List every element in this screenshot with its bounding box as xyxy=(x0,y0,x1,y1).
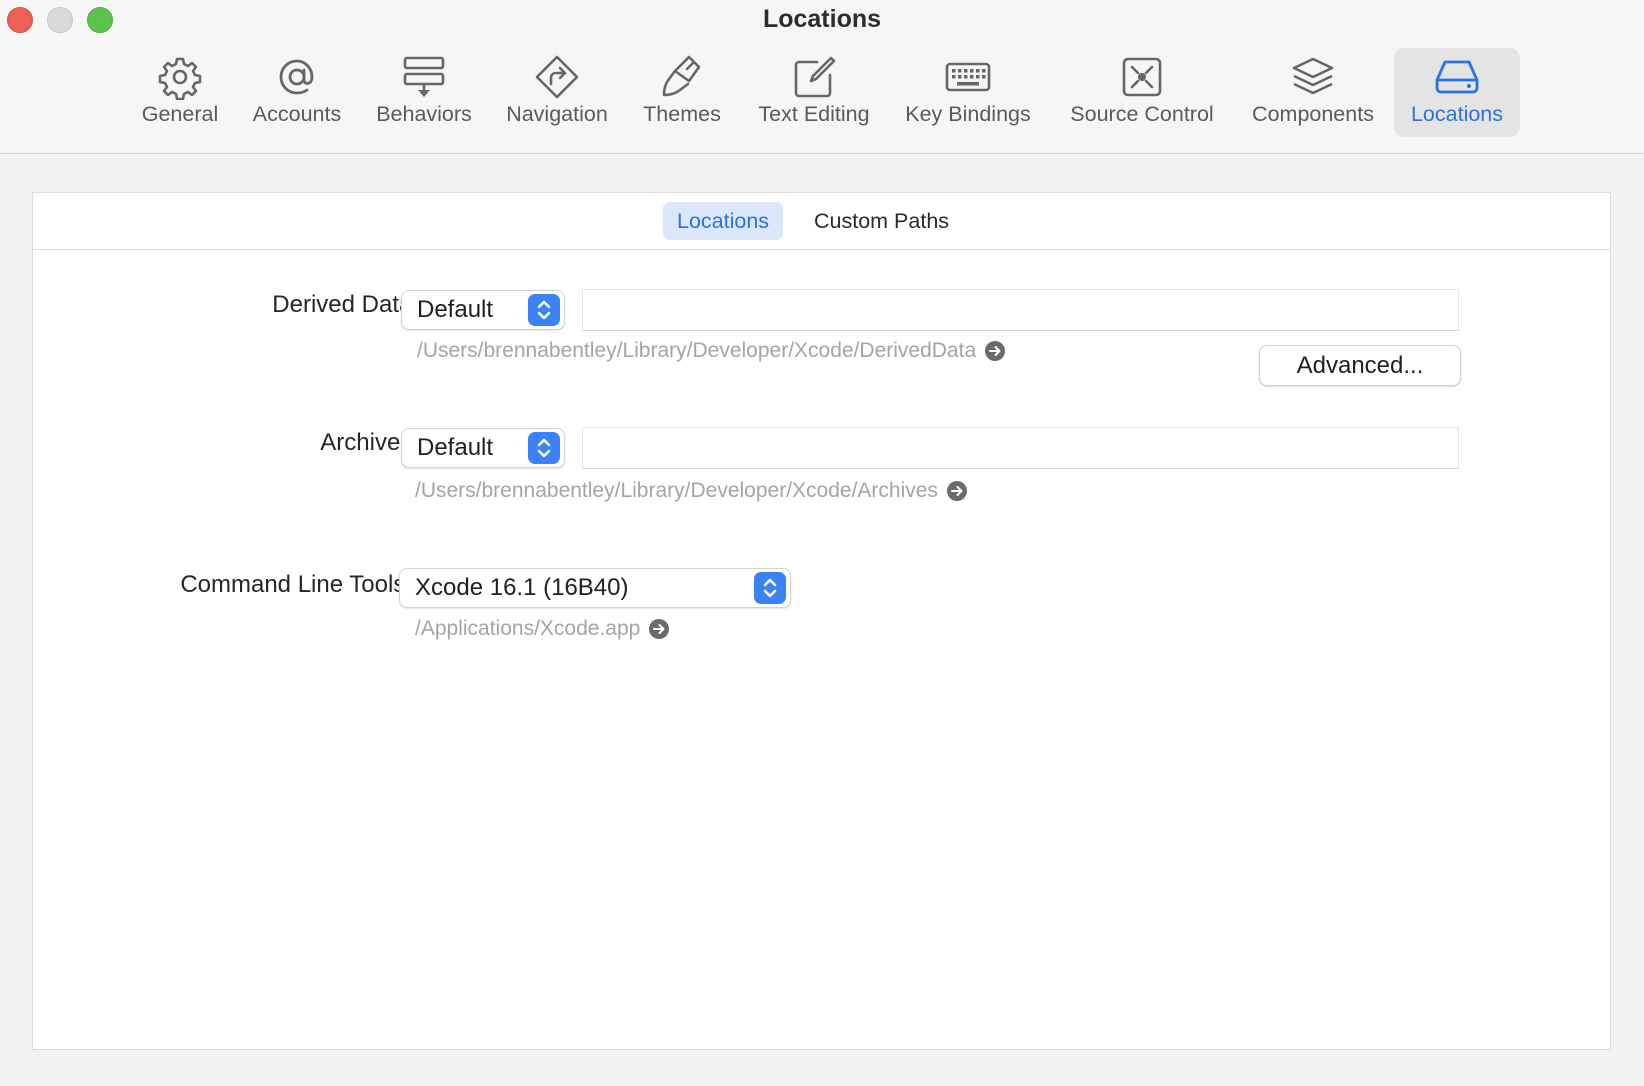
command-line-tools-label: Command Line Tools: xyxy=(180,571,412,598)
keyboard-icon xyxy=(945,62,991,92)
navigation-icon xyxy=(535,55,579,99)
toolbar-item-label: Components xyxy=(1252,102,1374,126)
toolbar-item-label: Behaviors xyxy=(376,102,472,126)
behaviors-icon xyxy=(403,56,445,97)
derived-data-path: /Users/brennabentley/Library/Developer/X… xyxy=(417,339,1006,363)
source-control-icon xyxy=(1122,57,1162,97)
toolbar-item-behaviors[interactable]: Behaviors xyxy=(366,48,482,137)
tab-locations[interactable]: Locations xyxy=(663,202,784,240)
derived-data-popup-value: Default xyxy=(417,296,494,323)
reveal-arrow-icon[interactable] xyxy=(985,341,1006,361)
layers-icon xyxy=(1292,57,1334,95)
toolbar-item-components[interactable]: Components xyxy=(1242,48,1384,137)
toolbar-item-navigation[interactable]: Navigation xyxy=(497,48,617,137)
toolbar-item-label: Source Control xyxy=(1070,102,1214,126)
toolbar-item-general[interactable]: General xyxy=(128,48,232,137)
popup-stepper-icon xyxy=(754,572,786,604)
tab-custom-paths[interactable]: Custom Paths xyxy=(800,202,963,240)
derived-data-path-text: /Users/brennabentley/Library/Developer/X… xyxy=(417,339,977,362)
archives-popup[interactable]: Default xyxy=(401,428,565,468)
derived-data-popup[interactable]: Default xyxy=(401,290,565,330)
reveal-arrow-icon[interactable] xyxy=(946,481,967,501)
drive-icon xyxy=(1435,60,1479,94)
toolbar-item-label: Themes xyxy=(643,102,721,126)
toolbar-item-key-bindings[interactable]: Key Bindings xyxy=(896,48,1040,137)
toolbar-item-text-editing[interactable]: Text Editing xyxy=(746,48,882,137)
toolbar-item-label: General xyxy=(141,102,219,126)
command-line-tools-popup-value: Xcode 16.1 (16B40) xyxy=(415,574,629,601)
reveal-arrow-icon[interactable] xyxy=(649,619,670,639)
toolbar-item-label: Accounts xyxy=(252,102,342,126)
toolbar-item-accounts[interactable]: Accounts xyxy=(243,48,351,137)
toolbar-item-label: Key Bindings xyxy=(905,102,1031,126)
archives-path: /Users/brennabentley/Library/Developer/X… xyxy=(415,479,967,503)
popup-stepper-icon xyxy=(528,294,560,326)
toolbar-item-themes[interactable]: Themes xyxy=(632,48,732,137)
toolbar-item-locations[interactable]: Locations xyxy=(1394,48,1520,137)
pencil-square-icon xyxy=(794,56,836,98)
paintbrush-icon xyxy=(662,55,701,97)
command-line-tools-path-text: /Applications/Xcode.app xyxy=(415,617,641,640)
command-line-tools-popup[interactable]: Xcode 16.1 (16B40) xyxy=(399,568,791,608)
advanced-button[interactable]: Advanced... xyxy=(1259,345,1461,386)
command-line-tools-path: /Applications/Xcode.app xyxy=(415,617,670,641)
popup-stepper-icon xyxy=(528,432,560,464)
toolbar-item-source-control[interactable]: Source Control xyxy=(1056,48,1228,137)
segmented-tab-bar: Locations Custom Paths xyxy=(33,193,1610,250)
window-title: Locations xyxy=(762,5,882,33)
locations-panel: Locations Custom Paths Derived Data: Def… xyxy=(32,192,1611,1050)
toolbar-item-label: Navigation xyxy=(506,102,608,126)
derived-data-label: Derived Data: xyxy=(272,291,419,318)
archives-path-field[interactable] xyxy=(582,427,1459,469)
gear-icon xyxy=(158,57,202,100)
toolbar-item-label: Locations xyxy=(1410,102,1504,126)
derived-data-path-field[interactable] xyxy=(582,289,1459,331)
toolbar: Locations General Accounts Behaviors Nav… xyxy=(0,0,1644,154)
archives-popup-value: Default xyxy=(417,434,494,461)
archives-path-text: /Users/brennabentley/Library/Developer/X… xyxy=(415,479,938,502)
toolbar-item-label: Text Editing xyxy=(758,102,870,126)
at-sign-icon xyxy=(279,59,314,95)
